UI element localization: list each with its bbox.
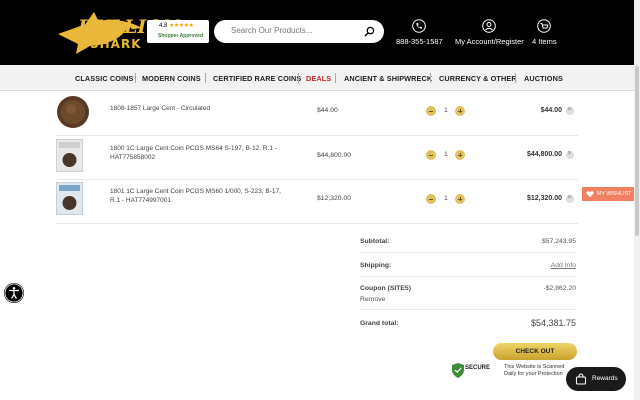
checkout-button[interactable]: CHECK OUT — [493, 343, 577, 360]
qty-decrease-button[interactable] — [426, 106, 436, 116]
nav-modern-coins[interactable]: MODERN COINS — [142, 74, 201, 83]
item-total: $44,800.00 — [526, 151, 562, 158]
item-price: $44,800.00 — [317, 152, 352, 159]
phone-icon — [412, 19, 427, 33]
cart-row: 1808-1857 Large Cent - Circulated $44.00… — [56, 92, 578, 136]
shipping-line: Shipping: Add Info — [360, 253, 576, 277]
shipping-label: Shipping: — [360, 262, 392, 269]
remove-item-icon[interactable] — [566, 194, 574, 203]
coupon-label: Coupon (SITE5) — [360, 285, 411, 292]
rating-stars: ★★★★★ — [169, 23, 194, 29]
nav-divider — [335, 73, 336, 83]
phone-link[interactable]: 888-355-1587 — [396, 19, 443, 46]
secure-text: SECURE — [465, 365, 491, 371]
rewards-button[interactable]: Rewards — [566, 367, 626, 391]
qty-value[interactable]: 1 — [444, 107, 448, 114]
remove-item-icon[interactable] — [566, 106, 574, 115]
nav-divider — [515, 73, 516, 83]
account-link[interactable]: My Account/Register — [455, 19, 524, 46]
rating-score: 4.8 — [159, 23, 168, 29]
grand-total-value: $54,381.75 — [530, 318, 576, 328]
qty-increase-button[interactable] — [455, 150, 465, 160]
grand-total-label: Grand total: — [360, 320, 399, 327]
scrollbar-thumb[interactable] — [635, 66, 639, 236]
item-total: $44.00 — [540, 107, 562, 114]
site-header: BULLION SHARK 4.8 ★★★★★ Shopper Approved… — [0, 0, 640, 65]
item-total: $12,320.00 — [526, 195, 562, 202]
shipping-add-info-link[interactable]: Add Info — [551, 262, 576, 269]
subtotal-value: $57,243.95 — [541, 238, 576, 245]
coin-slab-thumbnail[interactable] — [56, 182, 83, 215]
account-label: My Account/Register — [455, 37, 524, 46]
heart-icon — [586, 191, 594, 198]
subtotal-line: Subtotal: $57,243.95 — [360, 233, 576, 253]
wishlist-label: MY WISHLIST — [597, 191, 632, 197]
nav-divider — [135, 73, 136, 83]
search-bar[interactable]: Search Our Products... — [214, 20, 384, 43]
nav-auctions[interactable]: AUCTIONS — [524, 74, 563, 83]
search-input[interactable]: Search Our Products... — [231, 26, 312, 35]
shopper-approved-text: Shopper Approved — [158, 33, 204, 39]
item-name[interactable]: 1801 1C Large Cent Coin PCGS MS60 1/000,… — [110, 187, 290, 205]
scan-notice: This Website is Scanned Daily for your P… — [504, 364, 564, 378]
search-icon[interactable] — [364, 26, 375, 37]
item-price: $44.00 — [317, 107, 338, 114]
item-price: $12,320.00 — [317, 195, 352, 202]
qty-value[interactable]: 1 — [444, 151, 448, 158]
grand-total-line: Grand total: $54,381.75 — [360, 310, 576, 336]
rewards-label: Rewards — [592, 375, 618, 382]
nav-deals[interactable]: DEALS — [306, 74, 331, 83]
cart-row: 1800 1C Large Cent Coin PCGS MS64 S-197,… — [56, 136, 578, 180]
coupon-line: Coupon (SITE5) -$2,862.20 Remove — [360, 277, 576, 310]
qty-decrease-button[interactable] — [426, 194, 436, 204]
gift-bag-icon — [575, 373, 587, 385]
my-wishlist-tab[interactable]: MY WISHLIST — [582, 187, 634, 201]
user-icon — [482, 19, 497, 33]
phone-number: 888-355-1587 — [396, 37, 443, 46]
scan-line-2: Daily for your Protection — [504, 371, 563, 377]
shopper-approved-badge[interactable]: 4.8 ★★★★★ Shopper Approved — [147, 20, 209, 43]
subtotal-label: Subtotal: — [360, 238, 390, 245]
coin-thumbnail[interactable] — [56, 95, 90, 129]
coupon-remove-link[interactable]: Remove — [360, 296, 385, 303]
accessibility-icon[interactable] — [4, 283, 24, 303]
shield-icon — [452, 363, 464, 378]
nav-divider — [298, 73, 299, 83]
coin-slab-thumbnail[interactable] — [56, 139, 83, 172]
cart-link[interactable]: 4 Items — [532, 19, 557, 46]
item-name[interactable]: 1800 1C Large Cent Coin PCGS MS64 S-197,… — [110, 144, 290, 162]
scan-line-1: This Website is Scanned — [504, 364, 565, 370]
qty-increase-button[interactable] — [455, 194, 465, 204]
remove-item-icon[interactable] — [566, 150, 574, 159]
nav-divider — [430, 73, 431, 83]
cart-count: 4 Items — [532, 37, 557, 46]
nav-certified-rare-coins[interactable]: CERTIFIED RARE COINS — [213, 74, 301, 83]
nav-classic-coins[interactable]: CLASSIC COINS — [75, 74, 133, 83]
qty-value[interactable]: 1 — [444, 195, 448, 202]
nav-currency-other[interactable]: CURRENCY & OTHER — [439, 74, 517, 83]
qty-decrease-button[interactable] — [426, 150, 436, 160]
trust-secure-badge[interactable]: SECURE — [452, 363, 496, 379]
item-name[interactable]: 1808-1857 Large Cent - Circulated — [110, 104, 290, 113]
coupon-value: -$2,862.20 — [543, 285, 576, 292]
cart-row: 1801 1C Large Cent Coin PCGS MS60 1/000,… — [56, 180, 578, 224]
logo-subtext: SHARK — [90, 37, 142, 51]
qty-increase-button[interactable] — [455, 106, 465, 116]
nav-divider — [205, 73, 206, 83]
main-nav: CLASSIC COINS MODERN COINS CERTIFIED RAR… — [0, 65, 634, 91]
page-scrollbar[interactable] — [634, 0, 640, 400]
cart-icon — [537, 19, 552, 33]
nav-ancient-shipwreck[interactable]: ANCIENT & SHIPWRECK — [344, 74, 432, 83]
